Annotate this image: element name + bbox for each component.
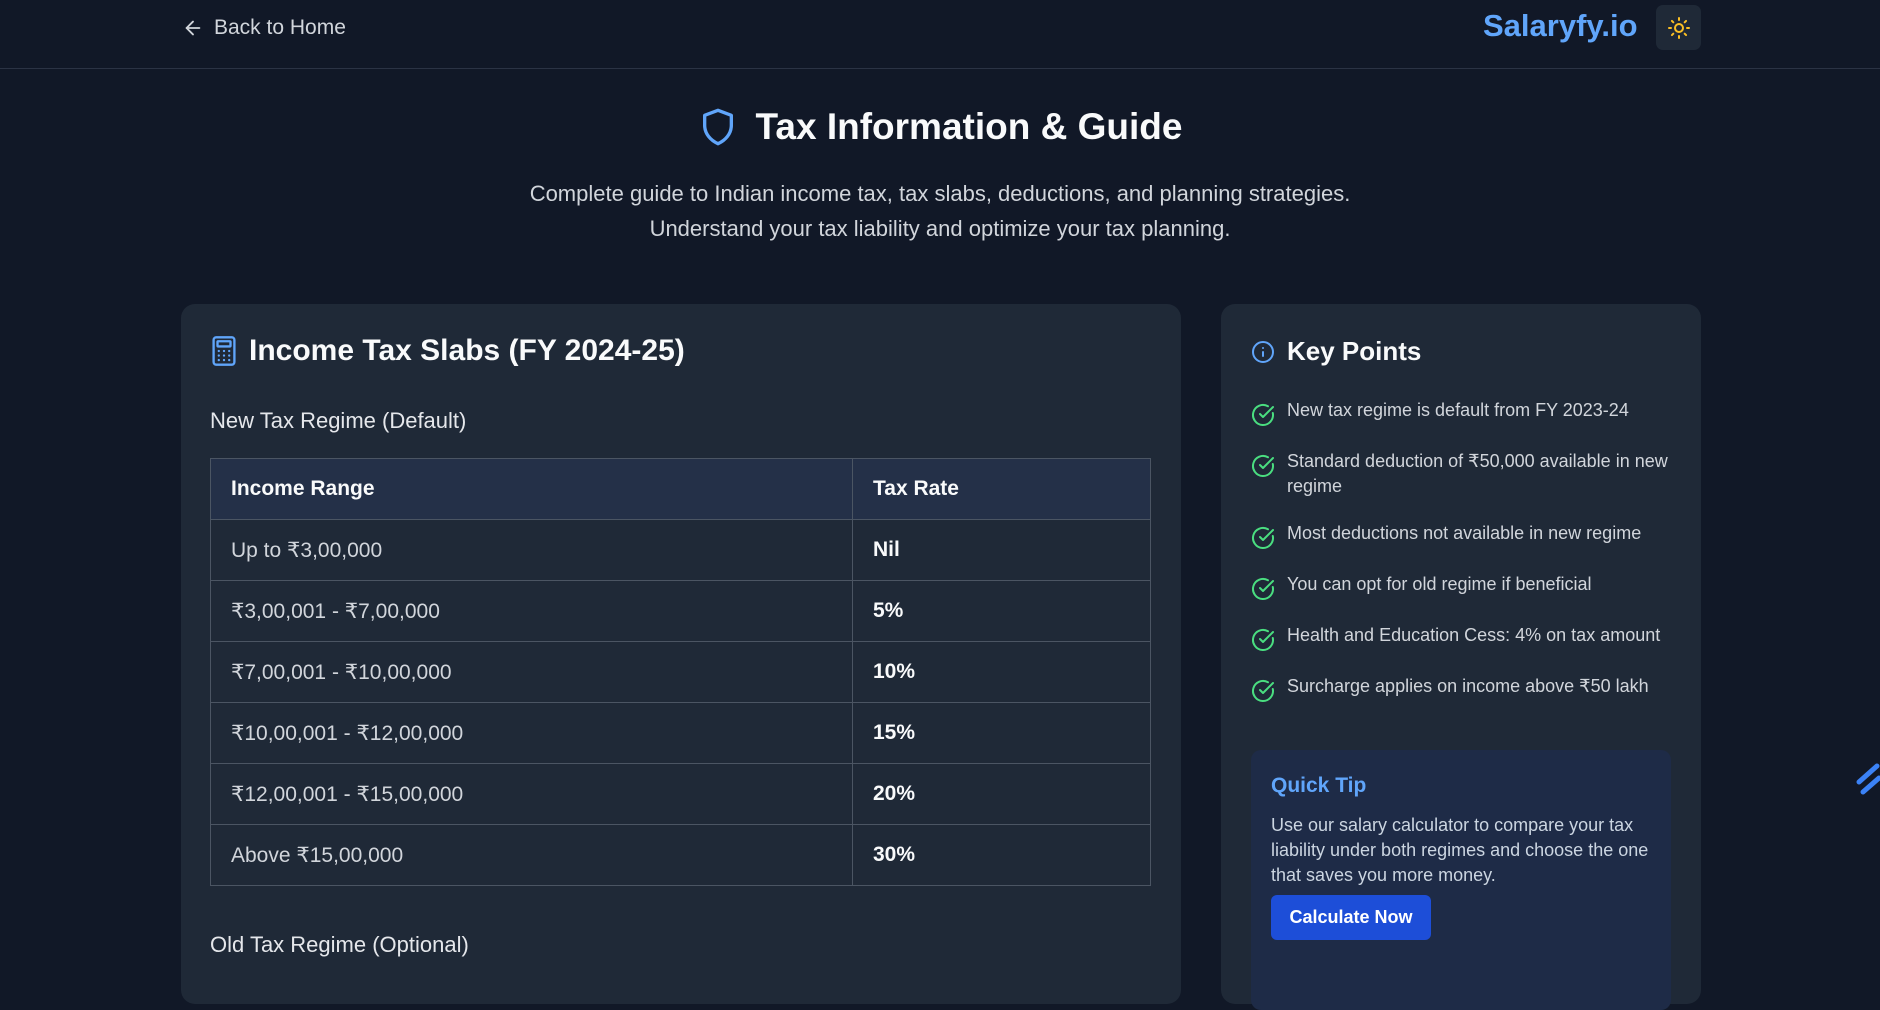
sun-icon: [1667, 16, 1690, 39]
list-item: New tax regime is default from FY 2023-2…: [1251, 398, 1681, 427]
old-regime-heading: Old Tax Regime (Optional): [210, 932, 469, 957]
list-item: Surcharge applies on income above ₹50 la…: [1251, 674, 1681, 703]
floating-widget-icon[interactable]: [1855, 760, 1880, 800]
column-header-tax-rate: Tax Rate: [852, 458, 1151, 520]
list-item: Health and Education Cess: 4% on tax amo…: [1251, 623, 1681, 652]
tax-rate-cell: 5%: [852, 580, 1151, 642]
list-item: Standard deduction of ₹50,000 available …: [1251, 449, 1681, 499]
page-header: Tax Information & Guide: [0, 106, 1880, 148]
top-bar: Back to Home Salaryfy.io: [0, 0, 1880, 69]
table-row: ₹12,00,001 - ₹15,00,000 20%: [210, 763, 1151, 825]
table-row: ₹3,00,001 - ₹7,00,000 5%: [210, 580, 1151, 642]
check-circle-icon: [1252, 454, 1274, 477]
key-point-text: Most deductions not available in new reg…: [1287, 523, 1642, 543]
tax-slabs-table: Income Range Tax Rate Up to ₹3,00,000 Ni…: [210, 458, 1151, 886]
tax-rate-cell: 20%: [852, 763, 1151, 825]
check-circle-icon: [1252, 577, 1274, 600]
page-subtitle: Complete guide to Indian income tax, tax…: [0, 176, 1880, 246]
table-header-row: Income Range Tax Rate: [210, 458, 1151, 520]
brand-logo[interactable]: Salaryfy.io: [1483, 8, 1638, 44]
table-row: Above ₹15,00,000 30%: [210, 824, 1151, 886]
tax-slabs-header: Income Tax Slabs (FY 2024-25): [211, 334, 685, 368]
calculator-icon: [212, 336, 236, 366]
shield-icon: [702, 108, 733, 146]
tax-rate-cell: Nil: [852, 519, 1151, 581]
list-item: Most deductions not available in new reg…: [1251, 521, 1681, 550]
new-regime-heading: New Tax Regime (Default): [210, 408, 467, 433]
calculate-now-button[interactable]: Calculate Now: [1271, 895, 1431, 940]
tax-rate-cell: 15%: [852, 702, 1151, 764]
quick-tip-title: Quick Tip: [1271, 774, 1367, 797]
key-points-title: Key Points: [1287, 336, 1422, 366]
back-to-home-link[interactable]: Back to Home: [182, 14, 346, 42]
table-row: ₹7,00,001 - ₹10,00,000 10%: [210, 641, 1151, 703]
income-range-cell: ₹3,00,001 - ₹7,00,000: [210, 580, 853, 642]
subtitle-line-2: Understand your tax liability and optimi…: [649, 216, 1231, 241]
arrow-left-icon: [185, 20, 201, 36]
key-point-text: You can opt for old regime if beneficial: [1287, 574, 1592, 594]
key-point-text: Surcharge applies on income above ₹50 la…: [1287, 676, 1649, 696]
check-circle-icon: [1252, 679, 1274, 702]
key-point-text: New tax regime is default from FY 2023-2…: [1287, 400, 1629, 420]
tax-slabs-card: Income Tax Slabs (FY 2024-25) New Tax Re…: [181, 304, 1181, 1004]
income-range-cell: Above ₹15,00,000: [210, 824, 853, 886]
tax-slabs-title: Income Tax Slabs (FY 2024-25): [249, 334, 685, 367]
tax-rate-cell: 30%: [852, 824, 1151, 886]
key-points-card: Key Points New tax regime is default fro…: [1221, 304, 1701, 1010]
table-row: Up to ₹3,00,000 Nil: [210, 519, 1151, 581]
back-to-home-label: Back to Home: [214, 16, 346, 39]
income-range-cell: ₹12,00,001 - ₹15,00,000: [210, 763, 853, 825]
column-header-income-range: Income Range: [210, 458, 853, 520]
info-icon: [1252, 340, 1274, 363]
table-row: ₹10,00,001 - ₹12,00,000 15%: [210, 702, 1151, 764]
key-point-text: Standard deduction of ₹50,000 available …: [1287, 451, 1668, 496]
key-points-header: Key Points: [1251, 336, 1421, 367]
list-item: You can opt for old regime if beneficial: [1251, 572, 1681, 601]
check-circle-icon: [1252, 526, 1274, 549]
theme-toggle-button[interactable]: [1656, 5, 1701, 50]
tax-rate-cell: 10%: [852, 641, 1151, 703]
check-circle-icon: [1252, 403, 1274, 426]
page-title: Tax Information & Guide: [755, 106, 1183, 147]
income-range-cell: ₹10,00,001 - ₹12,00,000: [210, 702, 853, 764]
key-point-text: Health and Education Cess: 4% on tax amo…: [1287, 625, 1661, 645]
income-range-cell: Up to ₹3,00,000: [210, 519, 853, 581]
subtitle-line-1: Complete guide to Indian income tax, tax…: [529, 181, 1351, 206]
income-range-cell: ₹7,00,001 - ₹10,00,000: [210, 641, 853, 703]
quick-tip-box: Quick Tip Use our salary calculator to c…: [1251, 750, 1671, 1010]
check-circle-icon: [1252, 628, 1274, 651]
key-points-list: New tax regime is default from FY 2023-2…: [1251, 398, 1681, 725]
quick-tip-text: Use our salary calculator to compare you…: [1271, 815, 1649, 885]
